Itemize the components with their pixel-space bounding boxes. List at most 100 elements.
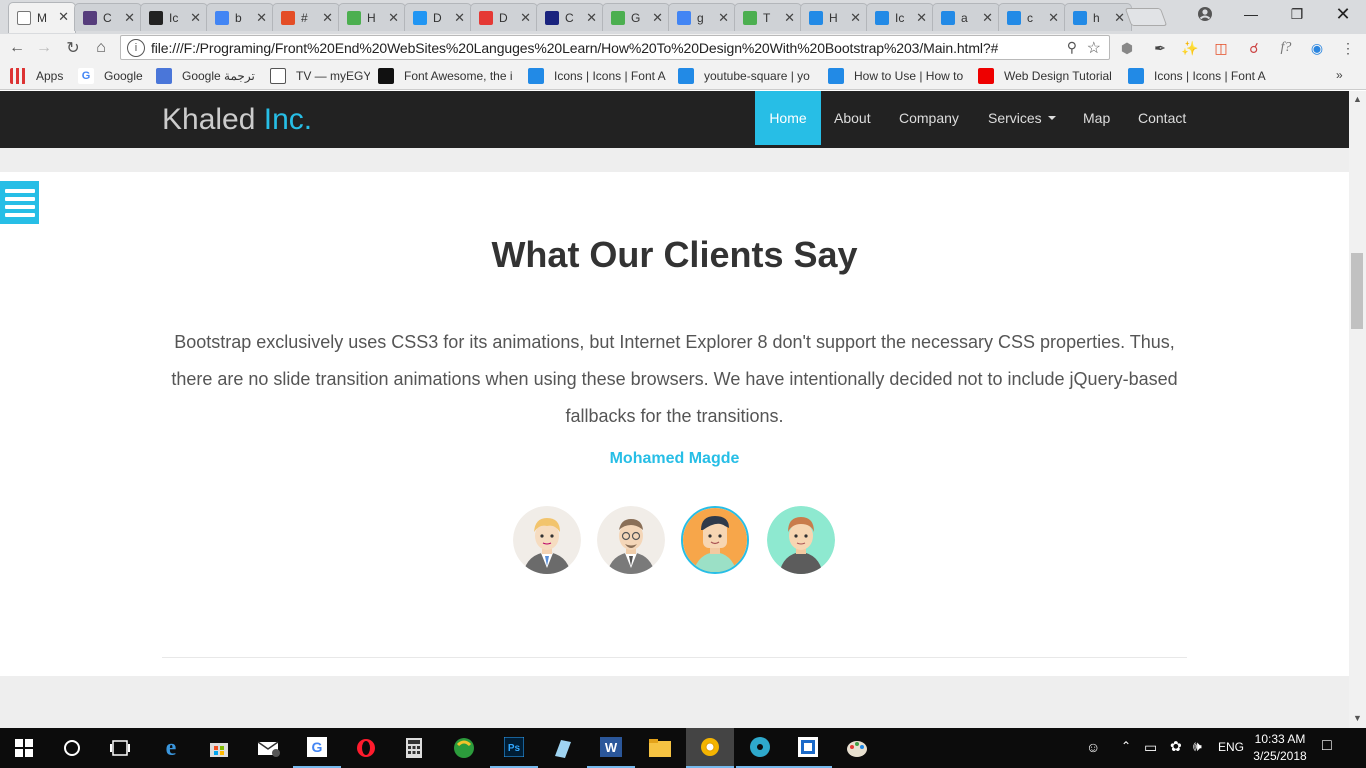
calculator-icon[interactable]: [390, 728, 438, 768]
browser-tab[interactable]: g ✕: [668, 3, 736, 31]
battery-icon[interactable]: ▭: [1144, 739, 1157, 756]
extension-drop-icon[interactable]: ◉: [1307, 38, 1327, 58]
volume-icon[interactable]: 🕪: [1193, 738, 1202, 755]
html5-icon[interactable]: ◫: [1211, 38, 1231, 58]
show-hidden-icons[interactable]: ⌃: [1121, 739, 1131, 753]
chrome-canary-icon[interactable]: [686, 728, 734, 768]
bookmark-item[interactable]: Google ترجمة: [156, 67, 264, 85]
tab-close-icon[interactable]: ✕: [718, 10, 729, 26]
chrome-icon[interactable]: G: [293, 728, 341, 768]
scroll-down-icon[interactable]: ▼: [1353, 713, 1362, 723]
eyedropper-icon[interactable]: ✒: [1150, 38, 1170, 58]
tab-close-icon[interactable]: ✕: [190, 10, 201, 26]
browser-tab[interactable]: H ✕: [800, 3, 868, 31]
star-icon[interactable]: ☆: [1087, 38, 1101, 58]
avatar-glasses-man[interactable]: [597, 506, 665, 574]
scroll-up-icon[interactable]: ▲: [1353, 94, 1362, 104]
browser-tab[interactable]: M ✕: [8, 2, 76, 33]
nav-about[interactable]: About: [834, 91, 871, 145]
task-view-icon[interactable]: [96, 728, 144, 768]
tab-close-icon[interactable]: ✕: [982, 10, 993, 26]
bookmark-item[interactable]: G Google: [78, 67, 148, 85]
mail-icon[interactable]: [245, 728, 293, 768]
maximize-button[interactable]: ❐: [1274, 0, 1320, 28]
avatar-young-man[interactable]: [767, 506, 835, 574]
bookmark-item[interactable]: Apps: [10, 67, 70, 85]
people-icon[interactable]: ☺: [1086, 739, 1100, 755]
more-bookmarks-icon[interactable]: »: [1336, 68, 1343, 82]
browser-tab[interactable]: H ✕: [338, 3, 406, 31]
store-icon[interactable]: [195, 728, 243, 768]
tab-close-icon[interactable]: ✕: [256, 10, 267, 26]
function-icon[interactable]: f?: [1276, 38, 1296, 58]
bookmark-item[interactable]: TV — myEGY: [270, 67, 370, 85]
browser-tab[interactable]: Ic ✕: [140, 3, 208, 31]
bookmark-item[interactable]: Icons | Icons | Font A: [528, 67, 668, 85]
sparkle-icon[interactable]: ✨: [1180, 38, 1200, 58]
info-icon[interactable]: i: [127, 38, 145, 57]
back-arrow-icon[interactable]: ←: [7, 38, 27, 58]
tab-close-icon[interactable]: ✕: [784, 10, 795, 26]
file-explorer-icon[interactable]: [636, 728, 684, 768]
browser-tab[interactable]: # ✕: [272, 3, 340, 31]
system-clock[interactable]: 10:33 AM 3/25/2018: [1252, 731, 1308, 765]
paint-icon[interactable]: [833, 728, 881, 768]
download-manager-icon[interactable]: [440, 728, 488, 768]
browser-tab[interactable]: D ✕: [470, 3, 538, 31]
cortana-icon[interactable]: [48, 728, 96, 768]
photoshop-icon[interactable]: Ps: [490, 728, 538, 768]
language-indicator[interactable]: ENG: [1218, 740, 1244, 754]
browser-tab[interactable]: c ✕: [998, 3, 1066, 31]
tab-close-icon[interactable]: ✕: [520, 10, 531, 26]
tab-close-icon[interactable]: ✕: [124, 10, 135, 26]
tab-close-icon[interactable]: ✕: [388, 10, 399, 26]
tab-close-icon[interactable]: ✕: [1114, 10, 1125, 26]
close-window-button[interactable]: ✕: [1320, 0, 1366, 28]
magnifier-icon[interactable]: ☌: [1244, 38, 1264, 58]
nav-contact[interactable]: Contact: [1138, 91, 1186, 145]
tab-close-icon[interactable]: ✕: [850, 10, 861, 26]
browser-tab[interactable]: b ✕: [206, 3, 274, 31]
zoom-icon[interactable]: ⚲: [1067, 39, 1077, 56]
extension-icon[interactable]: ⬢: [1117, 38, 1137, 58]
nav-company[interactable]: Company: [899, 91, 959, 145]
reload-icon[interactable]: ↻: [63, 38, 83, 58]
browser-tab[interactable]: C ✕: [536, 3, 604, 31]
minimize-button[interactable]: —: [1228, 0, 1274, 28]
tab-close-icon[interactable]: ✕: [454, 10, 465, 26]
tab-close-icon[interactable]: ✕: [322, 10, 333, 26]
home-icon[interactable]: ⌂: [91, 38, 111, 58]
site-brand[interactable]: Khaled Inc.: [162, 103, 312, 137]
new-tab-button[interactable]: [1124, 8, 1168, 26]
notifications-icon[interactable]: □: [1322, 737, 1332, 755]
menu-icon[interactable]: ⋮: [1338, 38, 1358, 58]
browser-tab[interactable]: a ✕: [932, 3, 1000, 31]
bookmark-item[interactable]: Font Awesome, the i: [378, 67, 518, 85]
tab-close-icon[interactable]: ✕: [916, 10, 927, 26]
bookmark-item[interactable]: Icons | Icons | Font A: [1128, 67, 1268, 85]
notepad-icon[interactable]: [538, 728, 586, 768]
avatar-blond-man[interactable]: [513, 506, 581, 574]
tab-close-icon[interactable]: ✕: [58, 9, 69, 25]
browser-tab[interactable]: T ✕: [734, 3, 802, 31]
media-player-icon[interactable]: [736, 728, 784, 768]
tab-close-icon[interactable]: ✕: [652, 10, 663, 26]
side-menu-toggle-button[interactable]: [0, 181, 39, 224]
nav-map[interactable]: Map: [1083, 91, 1110, 145]
address-url[interactable]: file:///F:/Programing/Front%20End%20WebS…: [151, 40, 998, 56]
bookmark-item[interactable]: Web Design Tutorial: [978, 67, 1118, 85]
browser-tab[interactable]: h ✕: [1064, 3, 1132, 31]
tab-close-icon[interactable]: ✕: [586, 10, 597, 26]
edge-icon[interactable]: e: [147, 728, 195, 768]
opera-icon[interactable]: [342, 728, 390, 768]
forward-arrow-icon[interactable]: →: [34, 38, 54, 58]
word-icon[interactable]: W: [587, 728, 635, 768]
browser-tab[interactable]: G ✕: [602, 3, 670, 31]
brackets-icon[interactable]: [784, 728, 832, 768]
browser-tab[interactable]: Ic ✕: [866, 3, 934, 31]
scrollbar-thumb[interactable]: [1351, 253, 1363, 329]
avatar-dark-hair-man[interactable]: [681, 506, 749, 574]
bookmark-item[interactable]: How to Use | How to: [828, 67, 968, 85]
account-icon[interactable]: [1182, 0, 1228, 28]
browser-tab[interactable]: D ✕: [404, 3, 472, 31]
